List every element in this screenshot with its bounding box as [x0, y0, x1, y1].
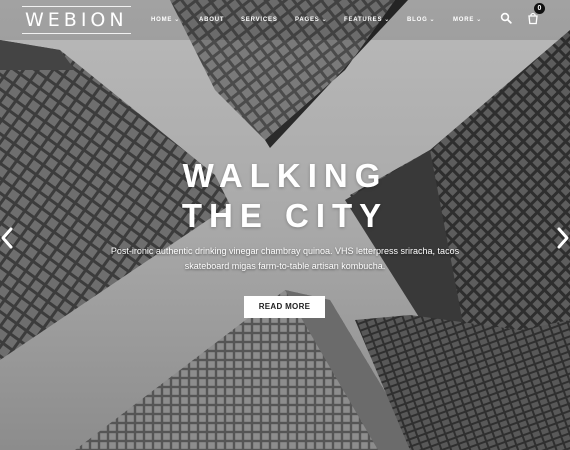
site-logo[interactable]: WEBION — [22, 6, 131, 34]
search-icon[interactable] — [500, 11, 512, 24]
nav-item-pages[interactable]: PAGES ⌄ — [295, 15, 327, 25]
nav-item-label: BLOG — [407, 17, 428, 23]
nav-item-about[interactable]: ABOUT — [199, 15, 224, 25]
slide-subtitle: Post-ironic authentic drinking vinegar c… — [110, 246, 460, 271]
nav-item-label: ABOUT — [199, 17, 225, 23]
nav-item-label: PAGES — [295, 17, 320, 23]
chevron-down-icon: ⌄ — [174, 17, 181, 23]
nav-item-services[interactable]: SERVICES — [241, 15, 278, 25]
nav-item-label: HOME — [151, 17, 173, 23]
nav-item-label: MORE — [453, 17, 475, 23]
read-more-button[interactable]: READ MORE — [244, 296, 325, 318]
slide-title-line-1: WALKING — [182, 157, 388, 194]
nav-item-label: SERVICES — [241, 17, 278, 23]
chevron-down-icon: ⌄ — [321, 17, 328, 23]
chevron-right-icon[interactable] — [556, 226, 570, 250]
chevron-down-icon: ⌄ — [476, 17, 483, 23]
slide-title-line-2: THE CITY — [181, 197, 389, 234]
nav-item-label: FEATURES — [344, 17, 383, 23]
nav-item-blog[interactable]: BLOG ⌄ — [407, 15, 435, 25]
chevron-down-icon: ⌄ — [429, 17, 436, 23]
nav-item-features[interactable]: FEATURES ⌄ — [344, 15, 390, 25]
cart-count-badge: 0 — [534, 3, 545, 14]
chevron-down-icon: ⌄ — [384, 17, 391, 23]
chevron-left-icon[interactable] — [0, 226, 14, 250]
site-header: WEBION HOME ⌄ ABOUT SERVICES PAGES ⌄ FEA… — [0, 0, 570, 40]
nav-item-more[interactable]: MORE ⌄ — [453, 15, 482, 25]
nav-item-home[interactable]: HOME ⌄ — [151, 15, 180, 25]
